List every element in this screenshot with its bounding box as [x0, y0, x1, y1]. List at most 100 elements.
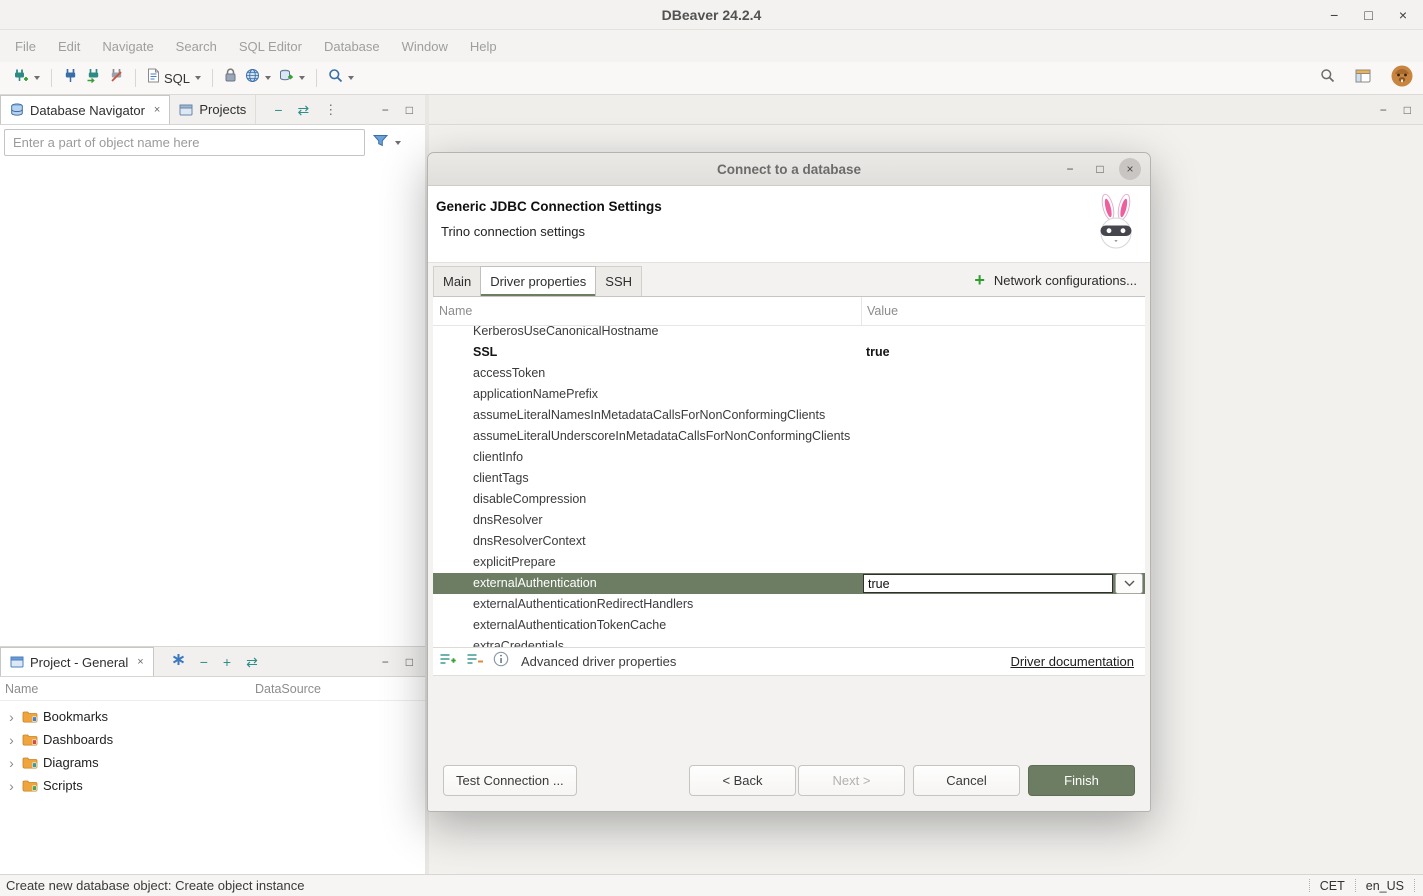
- minimize-panel-icon[interactable]: −: [1380, 103, 1387, 117]
- properties-rows[interactable]: KerberosUseCanonicalHostnameSSLtrueacces…: [433, 326, 1145, 647]
- remove-property-icon[interactable]: [466, 652, 483, 671]
- object-filter-input[interactable]: [4, 129, 365, 156]
- window-maximize-button[interactable]: □: [1364, 8, 1372, 22]
- property-row-assumeliteralunderscoreinmetadatacallsfornonconformingclients[interactable]: assumeLiteralUnderscoreInMetadataCallsFo…: [433, 426, 1145, 447]
- chevron-right-icon[interactable]: ›: [6, 709, 17, 725]
- column-header-datasource[interactable]: DataSource: [255, 682, 321, 696]
- filter-settings-button[interactable]: [373, 134, 401, 152]
- tree-item-diagrams[interactable]: ›Diagrams: [0, 751, 425, 774]
- maximize-panel-icon[interactable]: □: [406, 655, 413, 669]
- menu-item-window[interactable]: Window: [391, 34, 459, 59]
- menu-item-help[interactable]: Help: [459, 34, 508, 59]
- dialog-tab-ssh[interactable]: SSH: [595, 266, 642, 296]
- property-row-dnsresolver[interactable]: dnsResolver: [433, 510, 1145, 531]
- window-close-button[interactable]: ×: [1399, 8, 1407, 22]
- chevron-right-icon[interactable]: ›: [6, 732, 17, 748]
- close-tab-icon[interactable]: ×: [137, 656, 143, 668]
- menu-item-sql-editor[interactable]: SQL Editor: [228, 34, 313, 59]
- dialog-tab-driver-properties[interactable]: Driver properties: [480, 266, 596, 296]
- chevron-right-icon[interactable]: ›: [6, 755, 17, 771]
- column-header-name[interactable]: Name: [433, 304, 861, 318]
- test-connection-button[interactable]: Test Connection ...: [443, 765, 577, 796]
- network-configurations-button[interactable]: + Network configurations...: [974, 271, 1145, 289]
- filter-funnel-icon: [373, 134, 388, 152]
- property-row-clientinfo[interactable]: clientInfo: [433, 447, 1145, 468]
- property-row-dnsresolvercontext[interactable]: dnsResolverContext: [433, 531, 1145, 552]
- property-row-ssl[interactable]: SSLtrue: [433, 342, 1145, 363]
- disconnect-button[interactable]: [105, 65, 128, 91]
- navigator-tabbar: Database Navigator×Projects − ⇄ ⋮ − □: [0, 95, 425, 125]
- folder-icon-diagrams: [22, 756, 38, 769]
- dialog-titlebar[interactable]: Connect to a database − □ ×: [428, 153, 1150, 186]
- link-with-editor-icon[interactable]: ⇄: [246, 655, 258, 669]
- transaction-commit-button[interactable]: [275, 65, 309, 91]
- tree-item-scripts[interactable]: ›Scripts: [0, 774, 425, 797]
- cancel-button[interactable]: Cancel: [913, 765, 1020, 796]
- property-row-disablecompression[interactable]: disableCompression: [433, 489, 1145, 510]
- tab-projects[interactable]: Projects: [170, 95, 256, 124]
- maximize-panel-icon[interactable]: □: [406, 103, 413, 117]
- link-with-editor-icon[interactable]: ⇄: [298, 103, 310, 117]
- property-row-externalauthenticationtokencache[interactable]: externalAuthenticationTokenCache: [433, 615, 1145, 636]
- isolation-level-button[interactable]: [241, 65, 275, 91]
- reconnect-button[interactable]: [82, 65, 105, 91]
- global-search-icon[interactable]: [1320, 68, 1335, 88]
- maximize-panel-icon[interactable]: □: [1404, 103, 1411, 117]
- view-menu-icon[interactable]: ⋮: [324, 103, 337, 116]
- tab-project-general[interactable]: Project - General ×: [0, 647, 154, 676]
- expand-all-icon[interactable]: +: [223, 655, 231, 669]
- dialog-controls: − □ ×: [1059, 158, 1141, 180]
- menu-item-navigate[interactable]: Navigate: [91, 34, 164, 59]
- status-timezone[interactable]: CET: [1320, 879, 1345, 893]
- status-locale[interactable]: en_US: [1366, 879, 1404, 893]
- menu-item-database[interactable]: Database: [313, 34, 391, 59]
- connect-button[interactable]: [59, 65, 82, 91]
- tab-database-navigator[interactable]: Database Navigator×: [0, 95, 170, 124]
- property-row-kerberosusecanonicalhostname[interactable]: KerberosUseCanonicalHostname: [433, 326, 1145, 342]
- property-row-assumeliteralnamesinmetadatacallsfornonconformingclients[interactable]: assumeLiteralNamesInMetadataCallsForNonC…: [433, 405, 1145, 426]
- driver-documentation-link[interactable]: Driver documentation: [1010, 654, 1137, 669]
- property-row-explicitprepare[interactable]: explicitPrepare: [433, 552, 1145, 573]
- chevron-right-icon[interactable]: ›: [6, 778, 17, 794]
- property-row-externalauthenticationredirecthandlers[interactable]: externalAuthenticationRedirectHandlers: [433, 594, 1145, 615]
- menu-item-search[interactable]: Search: [165, 34, 228, 59]
- back-button[interactable]: < Back: [689, 765, 796, 796]
- property-row-applicationnameprefix[interactable]: applicationNamePrefix: [433, 384, 1145, 405]
- configure-columns-icon[interactable]: [172, 653, 185, 671]
- property-row-externalauthentication[interactable]: externalAuthentication: [433, 573, 1145, 594]
- column-header-name[interactable]: Name: [0, 682, 255, 696]
- close-tab-icon[interactable]: ×: [154, 104, 160, 116]
- commit-icon: [279, 68, 294, 88]
- dialog-tab-main[interactable]: Main: [433, 266, 481, 296]
- new-connection-button[interactable]: [8, 65, 44, 92]
- property-value-input[interactable]: [863, 574, 1113, 593]
- dialog-maximize-button[interactable]: □: [1089, 158, 1111, 180]
- window-minimize-button[interactable]: −: [1330, 8, 1338, 22]
- property-row-clienttags[interactable]: clientTags: [433, 468, 1145, 489]
- tree-item-label: Dashboards: [43, 732, 113, 747]
- search-metadata-button[interactable]: [324, 65, 358, 91]
- project-columns-header: Name DataSource: [0, 677, 425, 701]
- collapse-all-icon[interactable]: −: [274, 103, 282, 117]
- minimize-panel-icon[interactable]: −: [382, 655, 389, 669]
- tree-item-dashboards[interactable]: › Dashboards: [0, 728, 425, 751]
- tree-item-bookmarks[interactable]: ›Bookmarks: [0, 705, 425, 728]
- window-layout-icon[interactable]: [1355, 69, 1371, 88]
- project-panel: Project - General × − + ⇄ − □: [0, 646, 425, 874]
- finish-button[interactable]: Finish: [1028, 765, 1135, 796]
- navigator-tree[interactable]: [0, 160, 425, 646]
- collapse-all-icon[interactable]: −: [200, 655, 208, 669]
- sql-editor-button[interactable]: SQL: [143, 65, 205, 91]
- add-property-icon[interactable]: [439, 652, 456, 671]
- dialog-close-button[interactable]: ×: [1119, 158, 1141, 180]
- menu-item-file[interactable]: File: [4, 34, 47, 59]
- menu-item-edit[interactable]: Edit: [47, 34, 91, 59]
- dialog-minimize-button[interactable]: −: [1059, 158, 1081, 180]
- column-header-value[interactable]: Value: [861, 297, 1145, 325]
- property-row-accesstoken[interactable]: accessToken: [433, 363, 1145, 384]
- user-avatar[interactable]: [1391, 65, 1413, 92]
- commit-mode-button[interactable]: [220, 65, 241, 91]
- property-row-extracredentials[interactable]: extraCredentials: [433, 636, 1145, 647]
- value-dropdown-button[interactable]: [1115, 573, 1143, 594]
- minimize-panel-icon[interactable]: −: [382, 103, 389, 117]
